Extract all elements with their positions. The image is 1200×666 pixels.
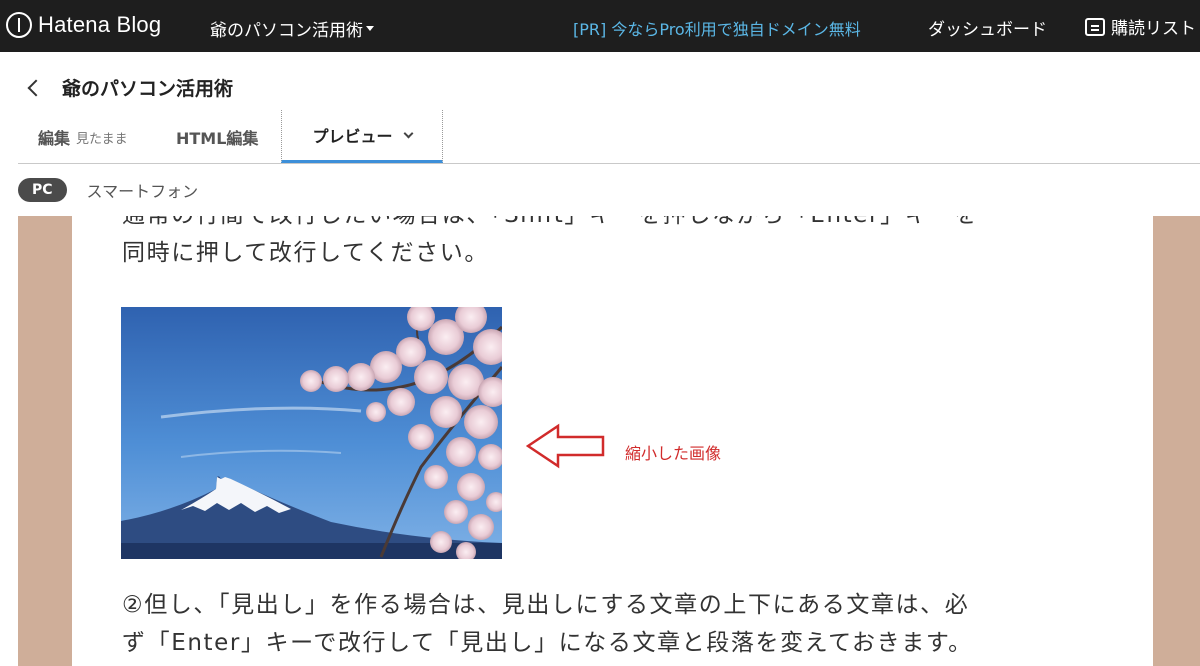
article-body: 通常の行間で改行したい場合は、「Shift」キーを押しながら「Enter」キーを… <box>72 216 1153 666</box>
hatena-blog-logo[interactable]: Hatena Blog <box>6 12 161 38</box>
caret-down-icon <box>366 26 374 31</box>
paragraph-bottom: ②但し、「見出し」を作る場合は、見出しにする文章の上下にある文章は、必 ず「En… <box>122 586 973 662</box>
paragraph-top-line-2: 同時に押して改行してください。 <box>122 240 489 266</box>
tab-edit[interactable]: 編集 見たまま <box>38 110 128 164</box>
device-pc-button[interactable]: PC <box>18 178 67 202</box>
editor-tabs: 編集 見たまま HTML編集 プレビュー <box>18 110 1200 164</box>
blog-switcher[interactable]: 爺のパソコン活用術 <box>210 16 374 41</box>
reading-list-icon <box>1085 17 1105 36</box>
paragraph-bottom-line-1: ②但し、「見出し」を作る場合は、見出しにする文章の上下にある文章は、必 <box>122 592 970 618</box>
preview-pane[interactable]: 通常の行間で改行したい場合は、「Shift」キーを押しながら「Enter」キーを… <box>18 216 1200 666</box>
tab-html-edit[interactable]: HTML編集 <box>176 110 258 164</box>
chevron-down-icon <box>403 128 413 138</box>
back-to-blog[interactable]: 爺のパソコン活用術 <box>27 74 234 101</box>
reading-list-label: 購読リスト <box>1111 19 1196 39</box>
editor-blog-title: 爺のパソコン活用術 <box>62 78 234 100</box>
device-smartphone-button[interactable]: スマートフォン <box>87 178 199 202</box>
back-arrow-icon[interactable] <box>27 79 45 96</box>
paragraph-bottom-line-2: ず「Enter」キーで改行して「見出し」になる文章と段落を変えておきます。 <box>122 630 973 656</box>
paragraph-top: 通常の行間で改行したい場合は、「Shift」キーを押しながら「Enter」キーを… <box>122 216 979 272</box>
tab-edit-mode: 見たまま <box>76 131 128 147</box>
top-bar: Hatena Blog 爺のパソコン活用術 [PR] 今ならPro利用で独自ドメ… <box>0 0 1200 52</box>
tab-edit-label: 編集 <box>38 129 71 148</box>
tab-html-label: HTML編集 <box>176 129 259 148</box>
reading-list-link[interactable]: 購読リスト <box>1085 14 1196 39</box>
paragraph-top-line-1: 通常の行間で改行したい場合は、「Shift」キーを押しながら「Enter」キーを <box>122 216 979 234</box>
logo-text: Hatena Blog <box>38 12 162 37</box>
left-arrow-outline-icon <box>526 423 605 469</box>
image-annotation: 縮小した画像 <box>625 444 722 463</box>
promo-link[interactable]: [PR] 今ならPro利用で独自ドメイン無料 <box>573 16 861 40</box>
device-toggle: PC スマートフォン <box>18 178 198 202</box>
dashboard-link[interactable]: ダッシュボード <box>928 15 1047 40</box>
tab-preview[interactable]: プレビュー <box>281 110 443 163</box>
hatena-logo-icon <box>6 12 32 38</box>
blog-name: 爺のパソコン活用術 <box>210 21 363 41</box>
article-image <box>121 307 502 559</box>
tab-preview-label: プレビュー <box>312 127 393 146</box>
